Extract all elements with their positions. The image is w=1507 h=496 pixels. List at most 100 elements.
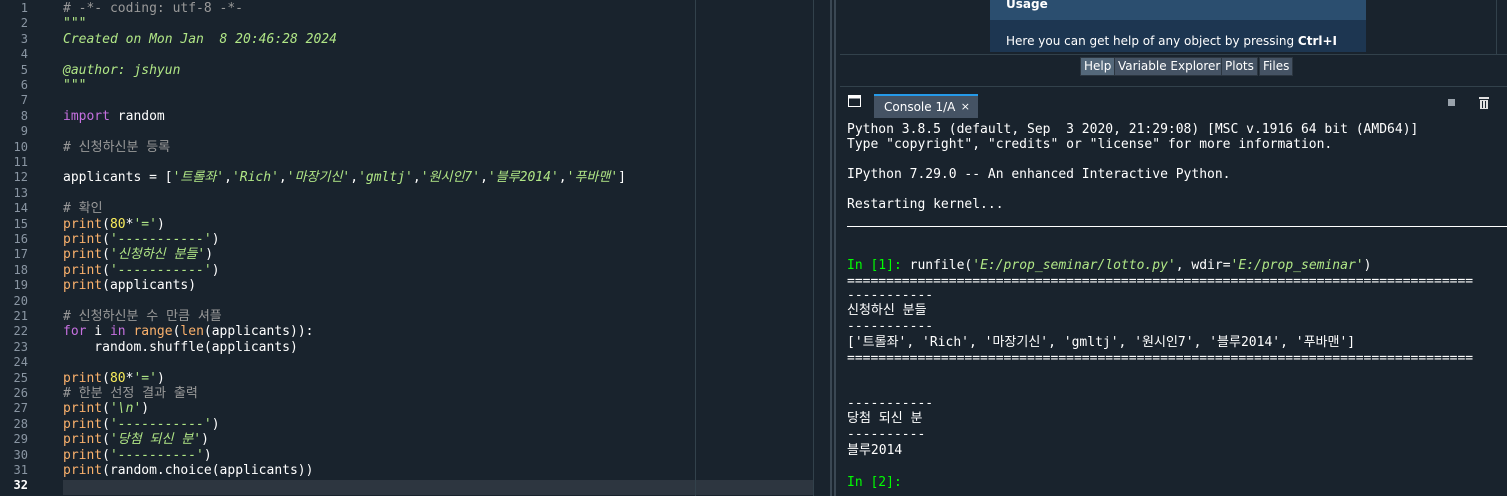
code-line[interactable]: applicants = ['트롤좌','Rich','마장기신','gmltj… [63,170,626,185]
trash-icon[interactable] [1478,96,1490,110]
line-number: 11 [13,155,28,169]
code-token: random.shuffle(applicants) [63,339,298,355]
code-line[interactable]: # -*- coding: utf-8 -*- [63,1,243,16]
code-token: print [63,401,103,417]
code-token: print [63,278,103,294]
code-token: ) [156,370,165,386]
code-line[interactable]: Created on Mon Jan 8 20:46:28 2024 [63,32,337,47]
console-header: Console 1/A × [840,86,1507,120]
line-number: 30 [13,447,28,462]
tab-console[interactable]: Console 1/A × [874,94,978,118]
code-line[interactable]: print(80*'=') [63,217,165,232]
code-token: ) [205,247,214,263]
output-equals-2: ========================================… [847,351,1474,366]
code-line[interactable]: """ [63,16,86,31]
code-token: ( [102,432,110,448]
code-token: '원시인7' [420,170,481,186]
code-line[interactable]: print('-----------') [63,417,220,432]
line-number: 20 [13,293,28,308]
code-line[interactable]: for i in range(len(applicants)): [63,324,313,339]
code-token: ) [203,447,212,463]
code-area[interactable]: # -*- coding: utf-8 -*- """ Created on Mon… [63,0,813,496]
code-editor[interactable]: 1 2 3 4 5 6 7 8 9 10 11 12 13 14 15 16 17 18 19 20 21 22 23 24 2… [0,0,829,496]
code-token: ) [141,401,150,417]
console-input-1: In [1]: runfile('E:/prop_seminar/lotto.p… [847,258,1371,273]
code-line[interactable]: print('당첨 되신 분') [63,432,209,447]
code-token: # 한분 선정 결과 출력 [63,386,198,401]
console-restart-message: Restarting kernel... [847,197,1004,212]
line-number: 3 [20,31,28,46]
line-number: 17 [13,247,28,262]
code-line[interactable]: # 확인 [63,201,103,216]
line-number-gutter: 1 2 3 4 5 6 7 8 9 10 11 12 13 14 15 16 17 18 19 20 21 22 23 24 2… [0,0,58,496]
code-line[interactable]: # 신청하신분 수 만큼 셔플 [63,309,222,324]
code-line[interactable]: """ [63,78,86,93]
code-token: # 신청하신분 수 만큼 셔플 [63,309,222,324]
code-token: """ [63,78,87,93]
runfile-wdir-path: 'E:/prop_seminar' [1230,258,1364,273]
line-number: 29 [13,432,28,447]
output-dash-4: ---------- [847,427,926,442]
code-line[interactable]: random.shuffle(applicants) [63,340,298,355]
tab-plots[interactable]: Plots [1221,57,1258,76]
line-number: 9 [20,124,28,139]
stop-icon[interactable] [1448,99,1455,106]
code-token: (applicants) [102,278,197,294]
browse-tabs-icon[interactable] [848,95,861,107]
code-token: '-----------' [109,232,212,247]
code-token: """ [63,16,87,32]
code-token: ) [211,232,220,247]
code-line[interactable]: print('신청하신 분들') [63,247,213,262]
output-winner: 블루2014 [847,443,903,458]
line-number: 24 [13,355,28,370]
line-number: 26 [13,386,28,400]
ipython-console[interactable]: Python 3.8.5 (default, Sep 3 2020, 21:29… [840,119,1507,496]
line-number: 27 [13,401,28,416]
code-token: '\n' [109,401,142,417]
pane-splitter[interactable] [828,0,838,496]
code-line[interactable]: @author: jshyun [63,63,180,78]
close-icon[interactable]: × [961,96,970,118]
tab-variable-explorer[interactable]: Variable Explorer [1114,57,1225,76]
code-token: ) [156,216,165,232]
code-token: , [412,170,421,186]
output-dash-2: ----------- [847,319,934,334]
code-line[interactable]: print('----------') [63,448,212,463]
code-token: len [180,324,204,340]
code-token: ( [102,247,110,263]
code-line[interactable]: print('-----------') [63,263,220,278]
code-line[interactable]: # 신청하신분 등록 [63,140,170,155]
code-line[interactable]: print(random.choice(applicants)) [63,463,313,478]
code-token: '마장기신' [286,170,351,186]
code-token: # 확인 [63,201,103,217]
code-token: (applicants)): [203,324,314,340]
code-token: Created on Mon Jan 8 20:46:28 2024 [63,31,337,47]
code-token: ) [211,416,220,432]
help-usage-text: Here you can get help of any object by p… [990,20,1366,52]
code-line[interactable]: print('\n') [63,401,149,416]
code-token: '트롤좌' [172,170,225,186]
line-number: 13 [13,185,28,200]
code-token: , [480,170,488,186]
tab-help[interactable]: Help [1080,57,1116,76]
code-token: i [86,324,110,340]
code-token: ) [211,262,220,278]
code-token: ) [201,432,209,448]
code-line[interactable]: # 한분 선정 결과 출력 [63,386,198,401]
help-scrollbar[interactable] [1496,0,1507,54]
code-token: print [63,416,103,432]
tab-files[interactable]: Files [1259,57,1294,76]
code-token: '----------' [109,447,204,463]
help-usage-shortcut: Ctrl+I [1297,34,1338,48]
line-number: 21 [13,309,28,323]
code-token: import [63,108,110,124]
code-line[interactable]: print(80*'=') [63,371,165,386]
editor-scrollbar[interactable] [813,0,829,496]
prompt-in-2[interactable]: In [2]: [847,475,902,490]
code-token: print [63,262,103,278]
runfile-close: ) [1363,258,1372,273]
code-line[interactable]: import random [63,109,165,124]
code-line[interactable]: print(applicants) [63,278,196,293]
code-token: print [63,232,103,247]
code-line[interactable]: print('-----------') [63,232,220,247]
